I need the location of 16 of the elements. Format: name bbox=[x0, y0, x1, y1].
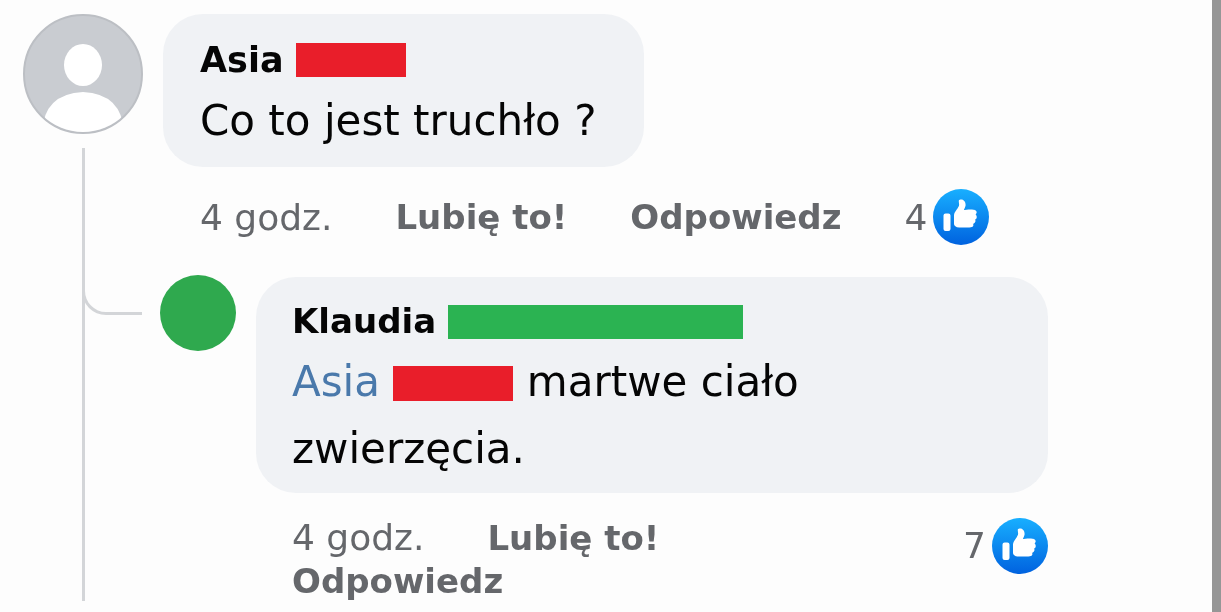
reaction-count[interactable]: 4 bbox=[904, 195, 928, 239]
comment-text: Asia martwe ciało zwierzęcia. bbox=[292, 356, 800, 475]
reaction-count[interactable]: 7 bbox=[963, 526, 986, 566]
author-name[interactable]: Asia bbox=[200, 39, 284, 81]
like-link[interactable]: Lubię to! bbox=[395, 195, 568, 239]
reply-link[interactable]: Odpowiedz bbox=[292, 561, 504, 601]
author-name[interactable]: Klaudia bbox=[292, 301, 437, 342]
timestamp: 4 godz. bbox=[292, 518, 425, 558]
reply-link[interactable]: Odpowiedz bbox=[630, 195, 842, 239]
avatar-silhouette-icon[interactable] bbox=[23, 14, 143, 134]
thumbs-up-icon bbox=[992, 518, 1048, 574]
like-link[interactable]: Lubię to! bbox=[487, 518, 660, 558]
comment-text: Co to jest truchło ? bbox=[200, 95, 597, 147]
timestamp: 4 godz. bbox=[200, 195, 333, 239]
mention-link[interactable]: Asia bbox=[292, 357, 381, 406]
thumbs-up-icon bbox=[933, 189, 990, 245]
